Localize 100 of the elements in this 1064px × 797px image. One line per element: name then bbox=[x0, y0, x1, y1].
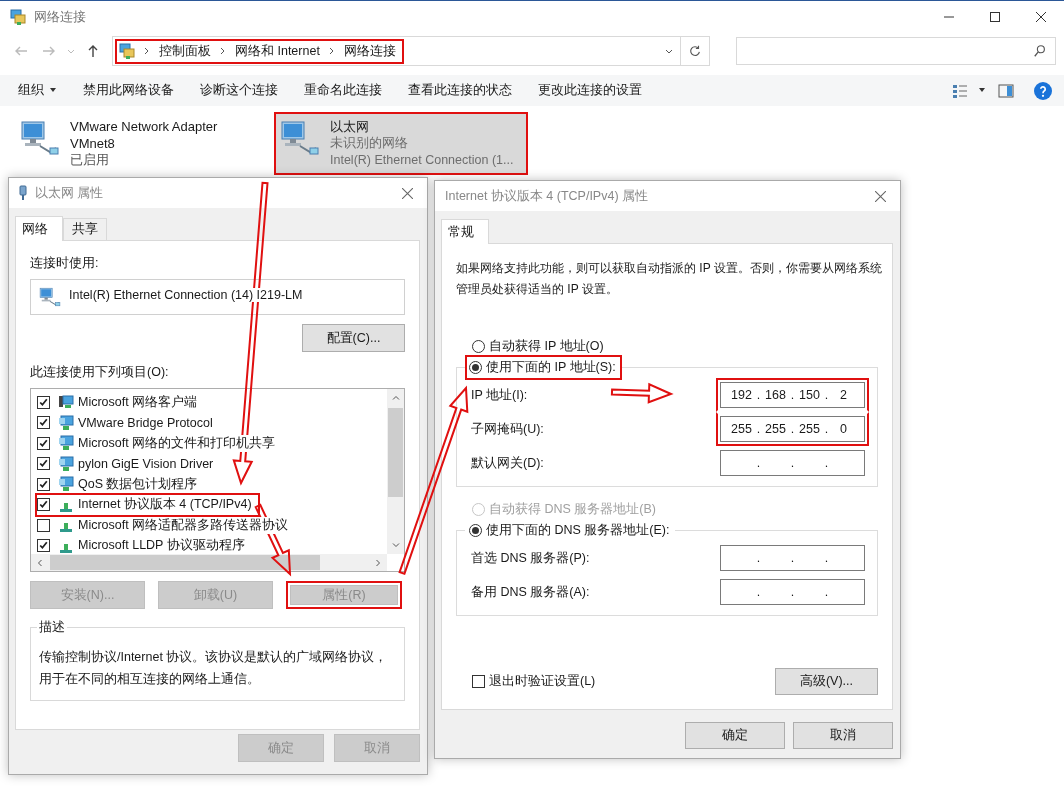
network-protocol-icon bbox=[60, 523, 72, 533]
network-protocol-icon bbox=[60, 502, 72, 512]
toolbar-button[interactable]: 查看此连接的状态 bbox=[398, 76, 522, 105]
radio-option[interactable]: 自动获得 IP 地址(O) bbox=[470, 336, 608, 357]
monitor-icon bbox=[58, 455, 74, 472]
monitor-icon bbox=[58, 476, 74, 493]
list-item[interactable]: Microsoft LLDP 协议驱动程序 bbox=[37, 535, 251, 554]
field-label: 连接时使用: bbox=[30, 255, 100, 272]
checkbox[interactable] bbox=[37, 395, 50, 409]
close-icon[interactable] bbox=[402, 187, 413, 199]
network-cable-icon bbox=[19, 185, 27, 201]
group-title: 描述 bbox=[38, 619, 66, 636]
address-bar[interactable]: 控制面板 网络和 Internet 网络连接 bbox=[112, 36, 681, 66]
connection-detail: 已启用 bbox=[70, 152, 110, 169]
window-title: 网络连接 bbox=[34, 8, 86, 26]
toolbar-button[interactable]: 组织 bbox=[8, 76, 67, 105]
connection-item[interactable]: 以太网 未识别的网络 Intel(R) Ethernet Connection (1... bbox=[276, 114, 526, 173]
item-label: QoS 数据包计划程序 bbox=[78, 475, 198, 493]
monitor-icon bbox=[58, 414, 74, 431]
item-label: Microsoft 网络客户端 bbox=[78, 393, 198, 411]
ip-address-field[interactable]: . . . bbox=[720, 450, 865, 476]
adapter-name: Intel(R) Ethernet Connection (14) I219-LM bbox=[69, 288, 303, 302]
item-label: pylon GigE Vision Driver bbox=[78, 456, 214, 471]
caret-down-icon[interactable] bbox=[978, 88, 986, 93]
dialog-title: Internet 协议版本 4 (TCP/IPv4) 属性 bbox=[445, 187, 649, 205]
item-label: Microsoft 网络适配器多路传送器协议 bbox=[78, 516, 289, 534]
ip-address-field[interactable]: 192 . 168 . 150 . 2 bbox=[720, 382, 865, 408]
toolbar-button[interactable]: 诊断这个连接 bbox=[190, 76, 288, 105]
field-label: 子网掩码(U): bbox=[471, 420, 544, 438]
radio-option[interactable]: 使用下面的 DNS 服务器地址(E): bbox=[467, 520, 674, 541]
description-text: 传输控制协议/Internet 协议。该协议是默认的广域网络协议，用于在不同的相互连接的网络上通信。 bbox=[39, 649, 389, 688]
network-adapter-icon bbox=[20, 118, 60, 158]
checkbox[interactable] bbox=[37, 498, 50, 512]
breadcrumb-item[interactable]: 控制面板 bbox=[159, 42, 211, 60]
network-protocol-icon bbox=[60, 543, 72, 553]
checkbox-option[interactable]: 退出时验证设置(L) bbox=[472, 673, 596, 690]
list-item[interactable]: Internet 协议版本 4 (TCP/IPv4) bbox=[37, 494, 258, 515]
close-icon[interactable] bbox=[875, 190, 886, 202]
connection-detail: 未识别的网络 bbox=[330, 135, 409, 152]
refresh-button[interactable] bbox=[680, 36, 710, 66]
refresh-icon bbox=[688, 44, 702, 58]
field-label: 默认网关(D): bbox=[471, 454, 544, 472]
checkbox[interactable] bbox=[37, 539, 50, 553]
connection-item[interactable]: VMware Network Adapter VMnet8 已启用 bbox=[16, 114, 236, 173]
ip-address-field[interactable]: . . . bbox=[720, 545, 865, 571]
list-item[interactable]: VMware Bridge Protocol bbox=[37, 412, 219, 433]
dialog-title: 以太网 属性 bbox=[35, 184, 104, 202]
preview-pane-icon[interactable] bbox=[998, 82, 1014, 99]
checkbox[interactable] bbox=[37, 436, 50, 450]
ip-address-field[interactable]: . . . bbox=[720, 579, 865, 605]
list-item[interactable]: QoS 数据包计划程序 bbox=[37, 474, 204, 495]
item-label: Microsoft LLDP 协议驱动程序 bbox=[78, 537, 245, 554]
list-item[interactable]: Microsoft 网络适配器多路传送器协议 bbox=[37, 515, 295, 536]
connection-name: 以太网 bbox=[330, 118, 370, 135]
chevron-right-icon bbox=[219, 47, 227, 55]
advanced-button[interactable]: 高级(V)... bbox=[775, 668, 878, 695]
annotation-arrow bbox=[610, 382, 674, 404]
tab[interactable]: 共享 bbox=[63, 218, 107, 240]
field-label: 备用 DNS 服务器(A): bbox=[471, 583, 590, 601]
radio-button[interactable] bbox=[469, 524, 482, 537]
dialog-button[interactable]: 确定 bbox=[685, 722, 785, 749]
checkbox[interactable] bbox=[37, 416, 50, 430]
control-panel-icon bbox=[119, 43, 135, 59]
field-label: IP 地址(I): bbox=[471, 386, 528, 404]
search-field[interactable] bbox=[736, 37, 1056, 65]
view-options-icon[interactable] bbox=[952, 82, 968, 99]
minimize-icon bbox=[944, 16, 954, 18]
tab[interactable]: 网络 bbox=[15, 216, 63, 241]
radio-option[interactable]: 使用下面的 IP 地址(S): bbox=[467, 357, 620, 378]
list-item[interactable]: pylon GigE Vision Driver bbox=[37, 453, 220, 474]
configure-button[interactable]: 配置(C)... bbox=[302, 324, 405, 352]
checkbox[interactable] bbox=[37, 457, 50, 471]
tab[interactable]: 常规 bbox=[441, 219, 489, 244]
list-item[interactable]: Microsoft 网络客户端 bbox=[37, 392, 204, 413]
monitor-icon bbox=[58, 435, 74, 452]
field-label: 首选 DNS 服务器(P): bbox=[471, 549, 590, 567]
radio-button[interactable] bbox=[469, 361, 482, 374]
item-label: VMware Bridge Protocol bbox=[78, 415, 213, 430]
field-label: 此连接使用下列项目(O): bbox=[30, 364, 170, 381]
network-adapter-icon bbox=[280, 118, 320, 158]
search-icon bbox=[1033, 44, 1047, 58]
checkbox[interactable] bbox=[37, 477, 50, 491]
chevron-right-icon bbox=[327, 47, 336, 55]
breadcrumb-item[interactable]: 网络和 Internet bbox=[235, 42, 320, 60]
ip-address-field[interactable]: 255 . 255 . 255 . 0 bbox=[720, 416, 865, 442]
checkbox[interactable] bbox=[472, 675, 485, 688]
toolbar-button[interactable]: 重命名此连接 bbox=[294, 76, 392, 105]
intro-text: 如果网络支持此功能，则可以获取自动指派的 IP 设置。否则，你需要从网络系统管理员处获得适当的 IP 设置。 bbox=[456, 260, 883, 298]
connection-name: VMware Network Adapter VMnet8 bbox=[70, 118, 219, 152]
item-label: Microsoft 网络的文件和打印机共享 bbox=[78, 434, 276, 452]
toolbar-button[interactable]: 更改此连接的设置 bbox=[528, 76, 652, 105]
checkbox[interactable] bbox=[37, 518, 50, 532]
computer-icon bbox=[58, 394, 74, 411]
breadcrumb-item[interactable]: 网络连接 bbox=[343, 42, 396, 60]
radio-button[interactable] bbox=[472, 340, 485, 353]
help-icon[interactable] bbox=[1034, 81, 1052, 100]
list-item[interactable]: Microsoft 网络的文件和打印机共享 bbox=[37, 433, 282, 454]
caret-down-icon bbox=[49, 88, 57, 93]
toolbar-button[interactable]: 禁用此网络设备 bbox=[73, 76, 184, 105]
dialog-button[interactable]: 取消 bbox=[793, 722, 893, 749]
